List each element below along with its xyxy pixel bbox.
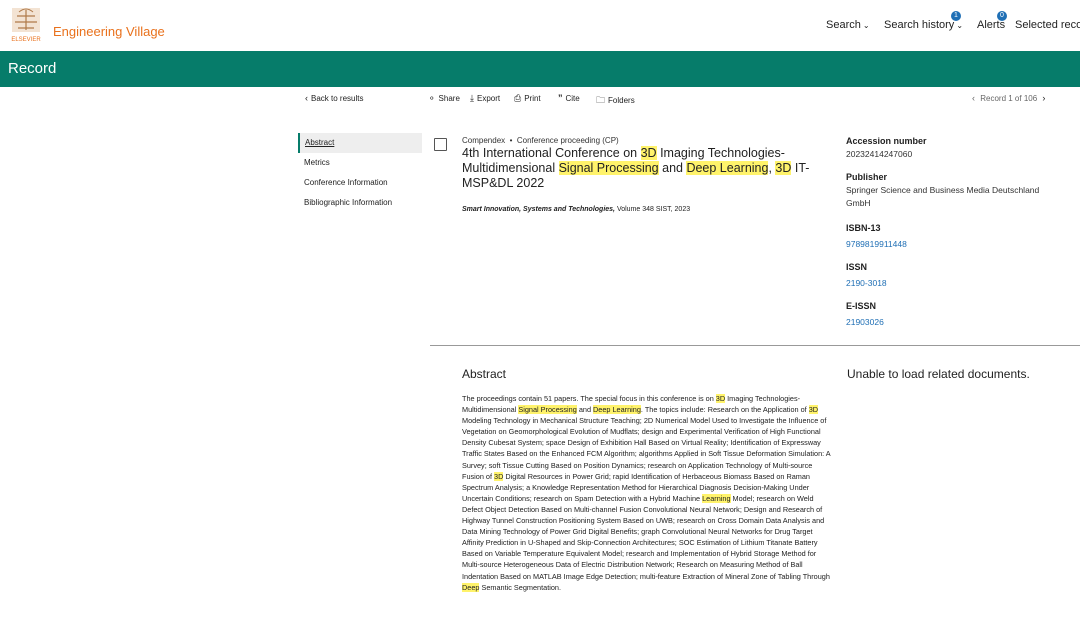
abstract-segment: and [576, 405, 594, 415]
chevron-left-icon[interactable]: ‹ [972, 93, 975, 103]
quote-icon: ” [558, 93, 563, 103]
highlighted-search-term: 3D [494, 471, 504, 481]
record-section-nav: Abstract Metrics Conference Information … [298, 133, 422, 213]
source-volume: Volume 348 SIST, 2023 [615, 206, 691, 213]
isbn-link[interactable]: 9789819911448 [846, 238, 1076, 251]
issn-label: ISSN [846, 262, 868, 272]
abstract-segment: The proceedings contain 51 papers. The s… [462, 394, 716, 403]
accession-number-value: 20232414247060 [846, 149, 913, 159]
publisher-value: Springer Science and Business Media Deut… [846, 185, 1040, 208]
page-title: Record [8, 60, 57, 77]
abstract-segment: Semantic Segmentation. [479, 582, 561, 592]
elsevier-logo[interactable]: ELSEVIER [9, 6, 43, 44]
highlighted-search-term: Deep [462, 582, 480, 592]
cite-button[interactable]: ” Cite [558, 93, 580, 103]
accession-number-label: Accession number [846, 136, 927, 146]
highlighted-search-term: Learning [702, 493, 731, 503]
printer-icon: ⎙ [514, 93, 522, 103]
highlighted-search-term: Deep Learning [593, 405, 641, 415]
brand-name[interactable]: Engineering Village [53, 24, 165, 39]
related-documents-message: Unable to load related documents. [847, 367, 1030, 381]
highlighted-search-term: 3D [808, 405, 819, 415]
record-position: Record 1 of 106 [980, 94, 1038, 103]
nav-item-conference-information[interactable]: Conference Information [298, 173, 422, 193]
section-divider [430, 345, 1080, 346]
issn-block: ISSN 2190-3018 [846, 261, 1076, 290]
isbn-label: ISBN-13 [846, 223, 881, 233]
chevron-down-icon: ⌄ [956, 21, 964, 30]
source-title: Smart Innovation, Systems and Technologi… [462, 206, 615, 213]
folders-button[interactable]: 🗀 Folders [596, 93, 635, 109]
search-menu[interactable]: Search ⌄ [826, 19, 870, 31]
download-icon: ⤓ [470, 93, 474, 103]
search-history-menu[interactable]: Search history ⌄ [884, 19, 963, 31]
abstract-heading: Abstract [462, 367, 507, 381]
record-title: 4th International Conference on 3D Imagi… [462, 146, 810, 190]
abstract-segment: . The topics include: Research on the Ap… [640, 405, 809, 415]
publisher-label: Publisher [846, 172, 888, 182]
record-doc-type: Compendex • Conference proceeding (CP) [462, 136, 619, 145]
eissn-label: E-ISSN [846, 301, 877, 311]
issn-link[interactable]: 2190-3018 [846, 277, 1076, 290]
svg-text:ELSEVIER: ELSEVIER [11, 37, 41, 43]
highlighted-search-term: 3D [715, 394, 726, 403]
print-button[interactable]: ⎙ Print [514, 93, 541, 104]
chevron-right-icon[interactable]: › [1042, 93, 1045, 103]
publisher-block: Publisher Springer Science and Business … [846, 171, 1076, 210]
nav-item-abstract[interactable]: Abstract [298, 133, 422, 153]
search-history-count-badge: 1 [951, 11, 961, 21]
eissn-block: E-ISSN 21903026 [846, 300, 1076, 329]
folder-icon: 🗀 [596, 95, 606, 105]
selected-records-link[interactable]: Selected records [1015, 19, 1080, 31]
page-title-bar: Record [0, 51, 1080, 87]
isbn-block: ISBN-13 9789819911448 [846, 222, 1076, 251]
share-icon: ⚬ [428, 93, 436, 103]
back-to-results-link[interactable]: ‹ Back to results [305, 93, 363, 103]
export-button[interactable]: ⤓ Export [470, 93, 500, 104]
record-pager: ‹ Record 1 of 106 › [972, 93, 1048, 103]
highlighted-search-term: Signal Processing [518, 405, 577, 415]
share-button[interactable]: ⚬ Share [428, 93, 460, 104]
separator-dot: • [507, 136, 515, 145]
chevron-left-icon: ‹ [305, 93, 308, 103]
nav-item-bibliographic-information[interactable]: Bibliographic Information [298, 193, 422, 213]
record-source: Smart Innovation, Systems and Technologi… [462, 206, 690, 213]
alerts-count-badge: 0 [997, 11, 1007, 21]
select-record-checkbox[interactable] [434, 138, 447, 151]
accession-number-block: Accession number 20232414247060 [846, 135, 1076, 161]
nav-item-metrics[interactable]: Metrics [298, 153, 422, 173]
eissn-link[interactable]: 21903026 [846, 316, 1076, 329]
document-type: Conference proceeding (CP) [516, 136, 619, 145]
abstract-segment: Model; research on Weld Defect Object De… [462, 493, 830, 581]
chevron-down-icon: ⌄ [862, 21, 870, 30]
abstract-text: The proceedings contain 51 papers. The s… [462, 393, 834, 593]
record-toolbar: ‹ Back to results ⚬ Share ⤓ Export ⎙ Print ”… [0, 93, 1080, 105]
top-header: ELSEVIER Engineering Village Search ⌄ Sea… [0, 0, 1080, 52]
database-name: Compendex [462, 136, 506, 145]
